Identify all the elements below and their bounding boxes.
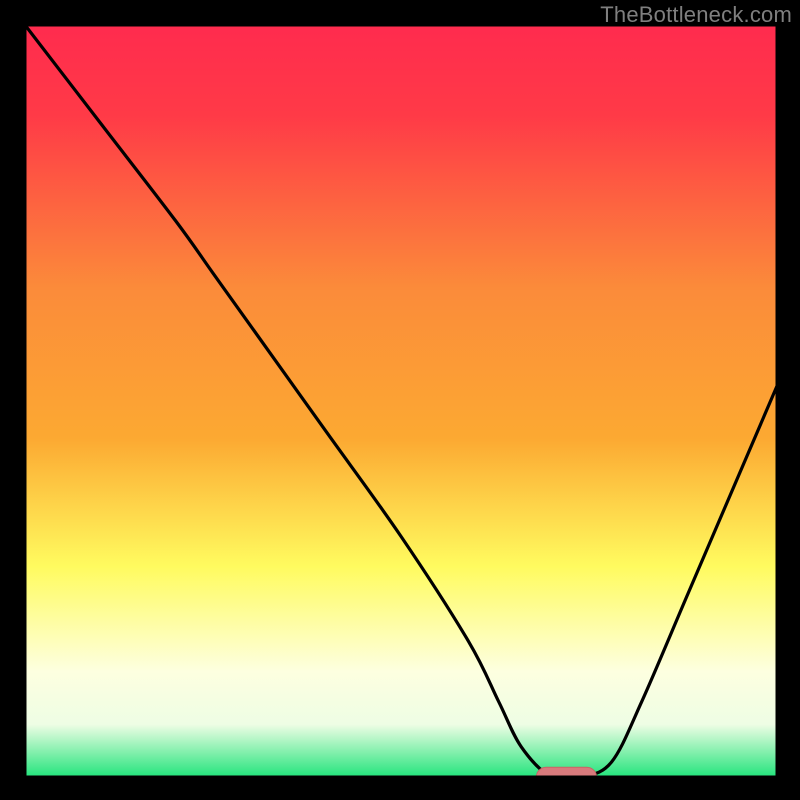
chart-frame: TheBottleneck.com — [0, 0, 800, 800]
watermark-text: TheBottleneck.com — [600, 2, 792, 28]
chart-gradient-bg — [25, 25, 777, 777]
chart-svg — [0, 0, 800, 800]
